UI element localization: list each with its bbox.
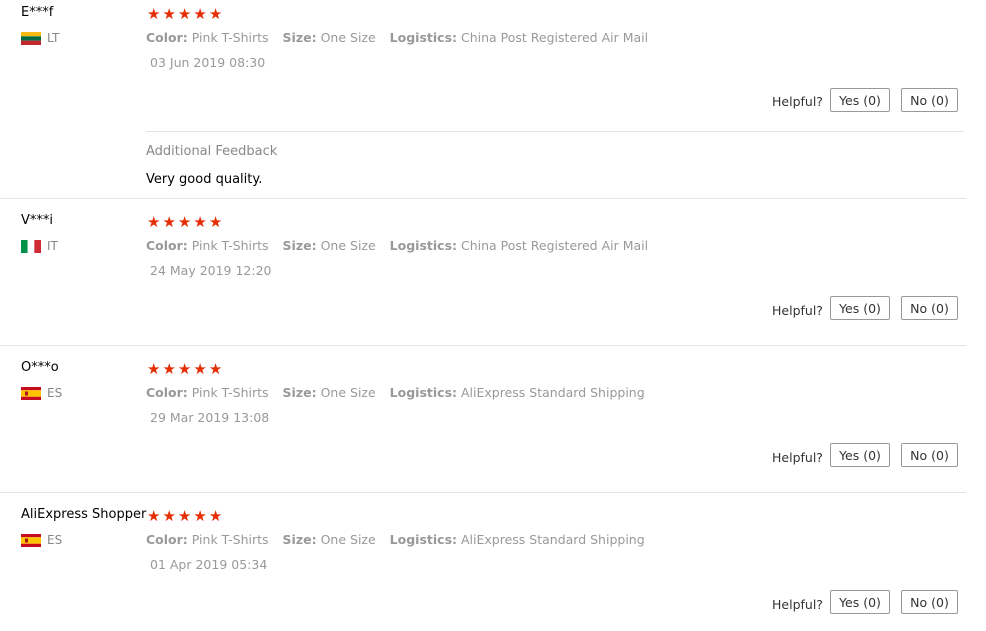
- reviewer-country: ES: [21, 386, 62, 400]
- star-icon: ★: [208, 213, 223, 231]
- reviewer-country: ES: [21, 533, 62, 547]
- helpful-label: Helpful?: [772, 450, 823, 465]
- star-icon: ★: [162, 5, 176, 23]
- additional-feedback-text: Very good quality.: [146, 172, 263, 187]
- reviewer-name: AliExpress Shopper: [21, 507, 147, 522]
- helpful-label: Helpful?: [772, 303, 823, 318]
- star-icon: ★: [193, 5, 207, 23]
- star-icon: ★: [147, 213, 161, 231]
- helpful-no-button[interactable]: No (0): [901, 590, 958, 614]
- color-label: Color:: [146, 385, 188, 400]
- star-icon: ★: [208, 5, 223, 23]
- star-icon: ★: [193, 213, 207, 231]
- star-icon: ★: [208, 360, 223, 378]
- logistics-value: China Post Registered Air Mail: [461, 30, 649, 45]
- star-icon: ★: [162, 360, 176, 378]
- review-item: V***i IT ★ ★ ★ ★ ★ Color: Pink T-Shirts Size:…: [0, 199, 986, 345]
- star-rating: ★ ★ ★ ★ ★: [147, 213, 223, 231]
- star-icon: ★: [177, 360, 192, 378]
- country-code: ES: [47, 386, 63, 400]
- star-icon: ★: [147, 360, 161, 378]
- logistics-value: AliExpress Standard Shipping: [461, 385, 645, 400]
- star-icon: ★: [177, 213, 192, 231]
- size-label: Size:: [282, 238, 317, 253]
- size-value: One Size: [320, 385, 376, 400]
- review-date: 24 May 2019 12:20: [150, 263, 272, 278]
- size-value: One Size: [320, 30, 376, 45]
- review-date: 29 Mar 2019 13:08: [150, 410, 270, 425]
- review-date: 03 Jun 2019 08:30: [150, 55, 266, 70]
- color-label: Color:: [146, 532, 188, 547]
- star-icon: ★: [193, 507, 207, 525]
- review-item: O***o ES ★ ★ ★ ★ ★ Color: Pink T-Shirts Size:…: [0, 346, 986, 492]
- logistics-label: Logistics:: [389, 385, 458, 400]
- star-icon: ★: [177, 5, 192, 23]
- star-icon: ★: [147, 507, 161, 525]
- helpful-no-button[interactable]: No (0): [901, 443, 958, 467]
- helpful-yes-button[interactable]: Yes (0): [830, 443, 890, 467]
- helpful-yes-button[interactable]: Yes (0): [830, 88, 890, 112]
- helpful-yes-button[interactable]: Yes (0): [830, 296, 890, 320]
- helpful-label: Helpful?: [772, 94, 823, 109]
- size-value: One Size: [320, 238, 376, 253]
- logistics-label: Logistics:: [389, 532, 458, 547]
- logistics-label: Logistics:: [389, 30, 458, 45]
- logistics-value: AliExpress Standard Shipping: [461, 532, 645, 547]
- additional-feedback-divider: [146, 131, 964, 132]
- review-date: 01 Apr 2019 05:34: [150, 557, 268, 572]
- logistics-label: Logistics:: [389, 238, 458, 253]
- order-attributes: Color: Pink T-Shirts Size: One Size Logist…: [146, 238, 662, 253]
- size-label: Size:: [282, 532, 317, 547]
- reviewer-country: IT: [21, 239, 58, 253]
- color-value: Pink T-Shirts: [191, 30, 269, 45]
- reviewer-country: LT: [21, 31, 59, 45]
- color-label: Color:: [146, 30, 188, 45]
- country-code: ES: [47, 533, 63, 547]
- order-attributes: Color: Pink T-Shirts Size: One Size Logist…: [146, 385, 659, 400]
- spain-flag-icon: [21, 533, 41, 547]
- order-attributes: Color: Pink T-Shirts Size: One Size Logist…: [146, 30, 662, 45]
- color-value: Pink T-Shirts: [191, 385, 269, 400]
- reviewer-name: V***i: [21, 213, 54, 228]
- reviewer-name: E***f: [21, 5, 54, 20]
- reviewer-name: O***o: [21, 360, 59, 375]
- color-value: Pink T-Shirts: [191, 238, 269, 253]
- country-code: LT: [47, 31, 60, 45]
- review-item: E***f LT ★ ★ ★ ★ ★ Color: Pink T-Shirts Size:…: [0, 0, 986, 198]
- size-label: Size:: [282, 30, 317, 45]
- feedback-list: E***f LT ★ ★ ★ ★ ★ Color: Pink T-Shirts Size:…: [0, 0, 986, 631]
- logistics-value: China Post Registered Air Mail: [461, 238, 649, 253]
- country-code: IT: [47, 239, 58, 253]
- helpful-no-button[interactable]: No (0): [901, 296, 958, 320]
- star-icon: ★: [177, 507, 192, 525]
- star-icon: ★: [162, 213, 176, 231]
- star-rating: ★ ★ ★ ★ ★: [147, 360, 223, 378]
- size-label: Size:: [282, 385, 317, 400]
- star-icon: ★: [162, 507, 176, 525]
- star-rating: ★ ★ ★ ★ ★: [147, 5, 223, 23]
- review-item: AliExpress Shopper ES ★ ★ ★ ★ ★ Color: Pink …: [0, 493, 986, 631]
- spain-flag-icon: [21, 386, 41, 400]
- size-value: One Size: [320, 532, 376, 547]
- lithuania-flag-icon: [21, 31, 41, 45]
- italy-flag-icon: [21, 239, 41, 253]
- helpful-yes-button[interactable]: Yes (0): [830, 590, 890, 614]
- helpful-no-button[interactable]: No (0): [901, 88, 958, 112]
- color-value: Pink T-Shirts: [191, 532, 269, 547]
- star-rating: ★ ★ ★ ★ ★: [147, 507, 223, 525]
- order-attributes: Color: Pink T-Shirts Size: One Size Logist…: [146, 532, 659, 547]
- star-icon: ★: [147, 5, 161, 23]
- additional-feedback-title: Additional Feedback: [146, 144, 278, 159]
- color-label: Color:: [146, 238, 188, 253]
- star-icon: ★: [208, 507, 223, 525]
- helpful-label: Helpful?: [772, 597, 823, 612]
- star-icon: ★: [193, 360, 207, 378]
